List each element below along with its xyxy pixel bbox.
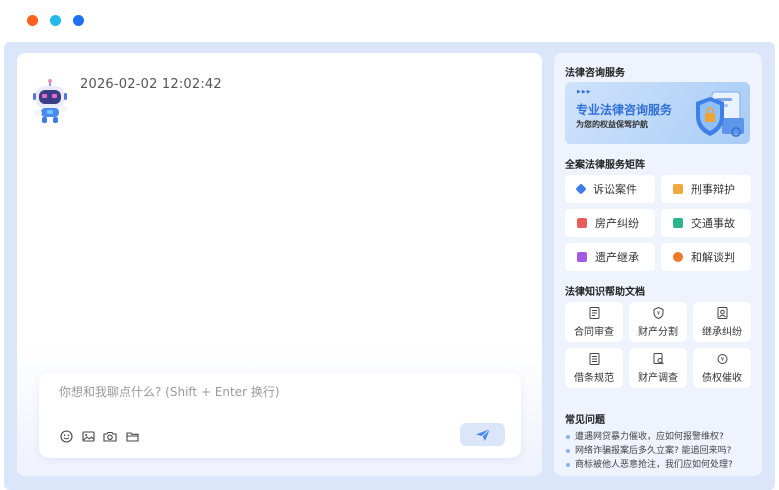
doc-property-investigation[interactable]: 财产调查 [629, 348, 687, 388]
doc-property-division[interactable]: ¥ 财产分割 [629, 302, 687, 342]
doc-label: 财产分割 [638, 326, 678, 338]
debt-icon: ¥ [717, 353, 727, 364]
send-button[interactable] [460, 423, 505, 446]
service-label: 诉讼案件 [593, 183, 637, 196]
doc-label: 借条规范 [574, 372, 614, 384]
iou-icon [589, 352, 599, 365]
service-traffic-accident[interactable]: 交通事故 [661, 209, 751, 237]
doc-contract-review[interactable]: 合同审查 [565, 302, 623, 342]
docs-grid: 合同审查 ¥ 财产分割 继承纠纷 借条规范 财产调查 ¥ 债权催收 [565, 302, 751, 388]
doc-iou-standard[interactable]: 借条规范 [565, 348, 623, 388]
window-titlebar [0, 0, 779, 42]
service-criminal-defense[interactable]: 刑事辩护 [661, 175, 751, 203]
doc-label: 债权催收 [702, 372, 742, 384]
maximize-window-dot[interactable] [73, 15, 84, 26]
doc-inheritance-dispute[interactable]: 继承纠纷 [693, 302, 751, 342]
consult-section-title: 法律咨询服务 [565, 68, 625, 79]
docs-section-title: 法律知识帮助文档 [565, 287, 645, 298]
message-composer [39, 373, 521, 458]
doc-debt-collection[interactable]: ¥ 债权催收 [693, 348, 751, 388]
image-icon[interactable] [81, 429, 95, 443]
doc-label: 合同审查 [574, 326, 614, 338]
faq-item[interactable]: 网络诈骗报案后多久立案? 能追回来吗? [565, 444, 760, 458]
message-input[interactable] [59, 385, 499, 399]
car-icon [673, 218, 683, 228]
security-shield-illustration [696, 91, 744, 137]
faq-section-title: 常见问题 [565, 415, 605, 426]
svg-text:¥: ¥ [656, 311, 659, 317]
folder-icon[interactable] [125, 429, 139, 443]
investigate-icon [653, 352, 664, 364]
chat-panel: 2026-02-02 12:02:42 [17, 53, 542, 476]
service-label: 遗产继承 [595, 251, 639, 264]
consult-banner[interactable]: ▶▶▶ 专业法律咨询服务 为您的权益保驾护航 [565, 82, 750, 144]
service-label: 刑事辩护 [691, 183, 735, 196]
service-label: 房产纠纷 [595, 217, 639, 230]
service-label: 和解谈判 [691, 251, 735, 264]
close-window-dot[interactable] [27, 15, 38, 26]
inherit-doc-icon [717, 306, 727, 319]
composer-toolbar [59, 429, 139, 443]
house-icon [577, 218, 587, 228]
banner-title: 专业法律咨询服务 [576, 103, 673, 117]
robot-avatar-icon [33, 79, 67, 123]
faq-item[interactable]: 商标被他人恶意抢注，我们应如何处理? [565, 458, 760, 472]
doc-label: 继承纠纷 [702, 326, 742, 338]
services-section-title: 全案法律服务矩阵 [565, 160, 645, 171]
arrows-icon: ▶▶▶ [577, 89, 592, 95]
emoji-icon[interactable] [59, 429, 73, 443]
service-property-dispute[interactable]: 房产纠纷 [565, 209, 655, 237]
contract-icon [589, 306, 599, 319]
shield-icon [673, 184, 683, 194]
service-inheritance[interactable]: 遗产继承 [565, 243, 655, 271]
service-negotiation[interactable]: 和解谈判 [661, 243, 751, 271]
service-label: 交通事故 [691, 217, 735, 230]
service-litigation[interactable]: 诉讼案件 [565, 175, 655, 203]
handshake-icon [673, 252, 683, 262]
faq-item[interactable]: 遭遇网贷暴力催收，应如何报警维权? [565, 430, 760, 444]
svg-text:¥: ¥ [720, 357, 724, 363]
services-grid: 诉讼案件 刑事辩护 房产纠纷 交通事故 遗产继承 和解谈判 [565, 175, 751, 271]
message-timestamp: 2026-02-02 12:02:42 [80, 77, 222, 92]
faq-list: 遭遇网贷暴力催收，应如何报警维权? 网络诈骗报案后多久立案? 能追回来吗? 商标… [565, 430, 760, 472]
app-body: 2026-02-02 12:02:42 你想和我聊点什么? (Shift + E… [4, 42, 775, 490]
gavel-icon [575, 183, 587, 195]
doc-label: 财产调查 [638, 372, 678, 384]
legal-services-sidebar: 法律咨询服务 ▶▶▶ 专业法律咨询服务 为您的权益保驾护航 全案法律服务矩阵 诉… [554, 53, 762, 476]
send-icon [475, 428, 490, 441]
inheritance-icon [577, 252, 587, 262]
minimize-window-dot[interactable] [50, 15, 61, 26]
camera-icon[interactable] [103, 429, 117, 443]
property-icon: ¥ [653, 306, 663, 319]
banner-subtitle: 为您的权益保驾护航 [576, 120, 648, 129]
